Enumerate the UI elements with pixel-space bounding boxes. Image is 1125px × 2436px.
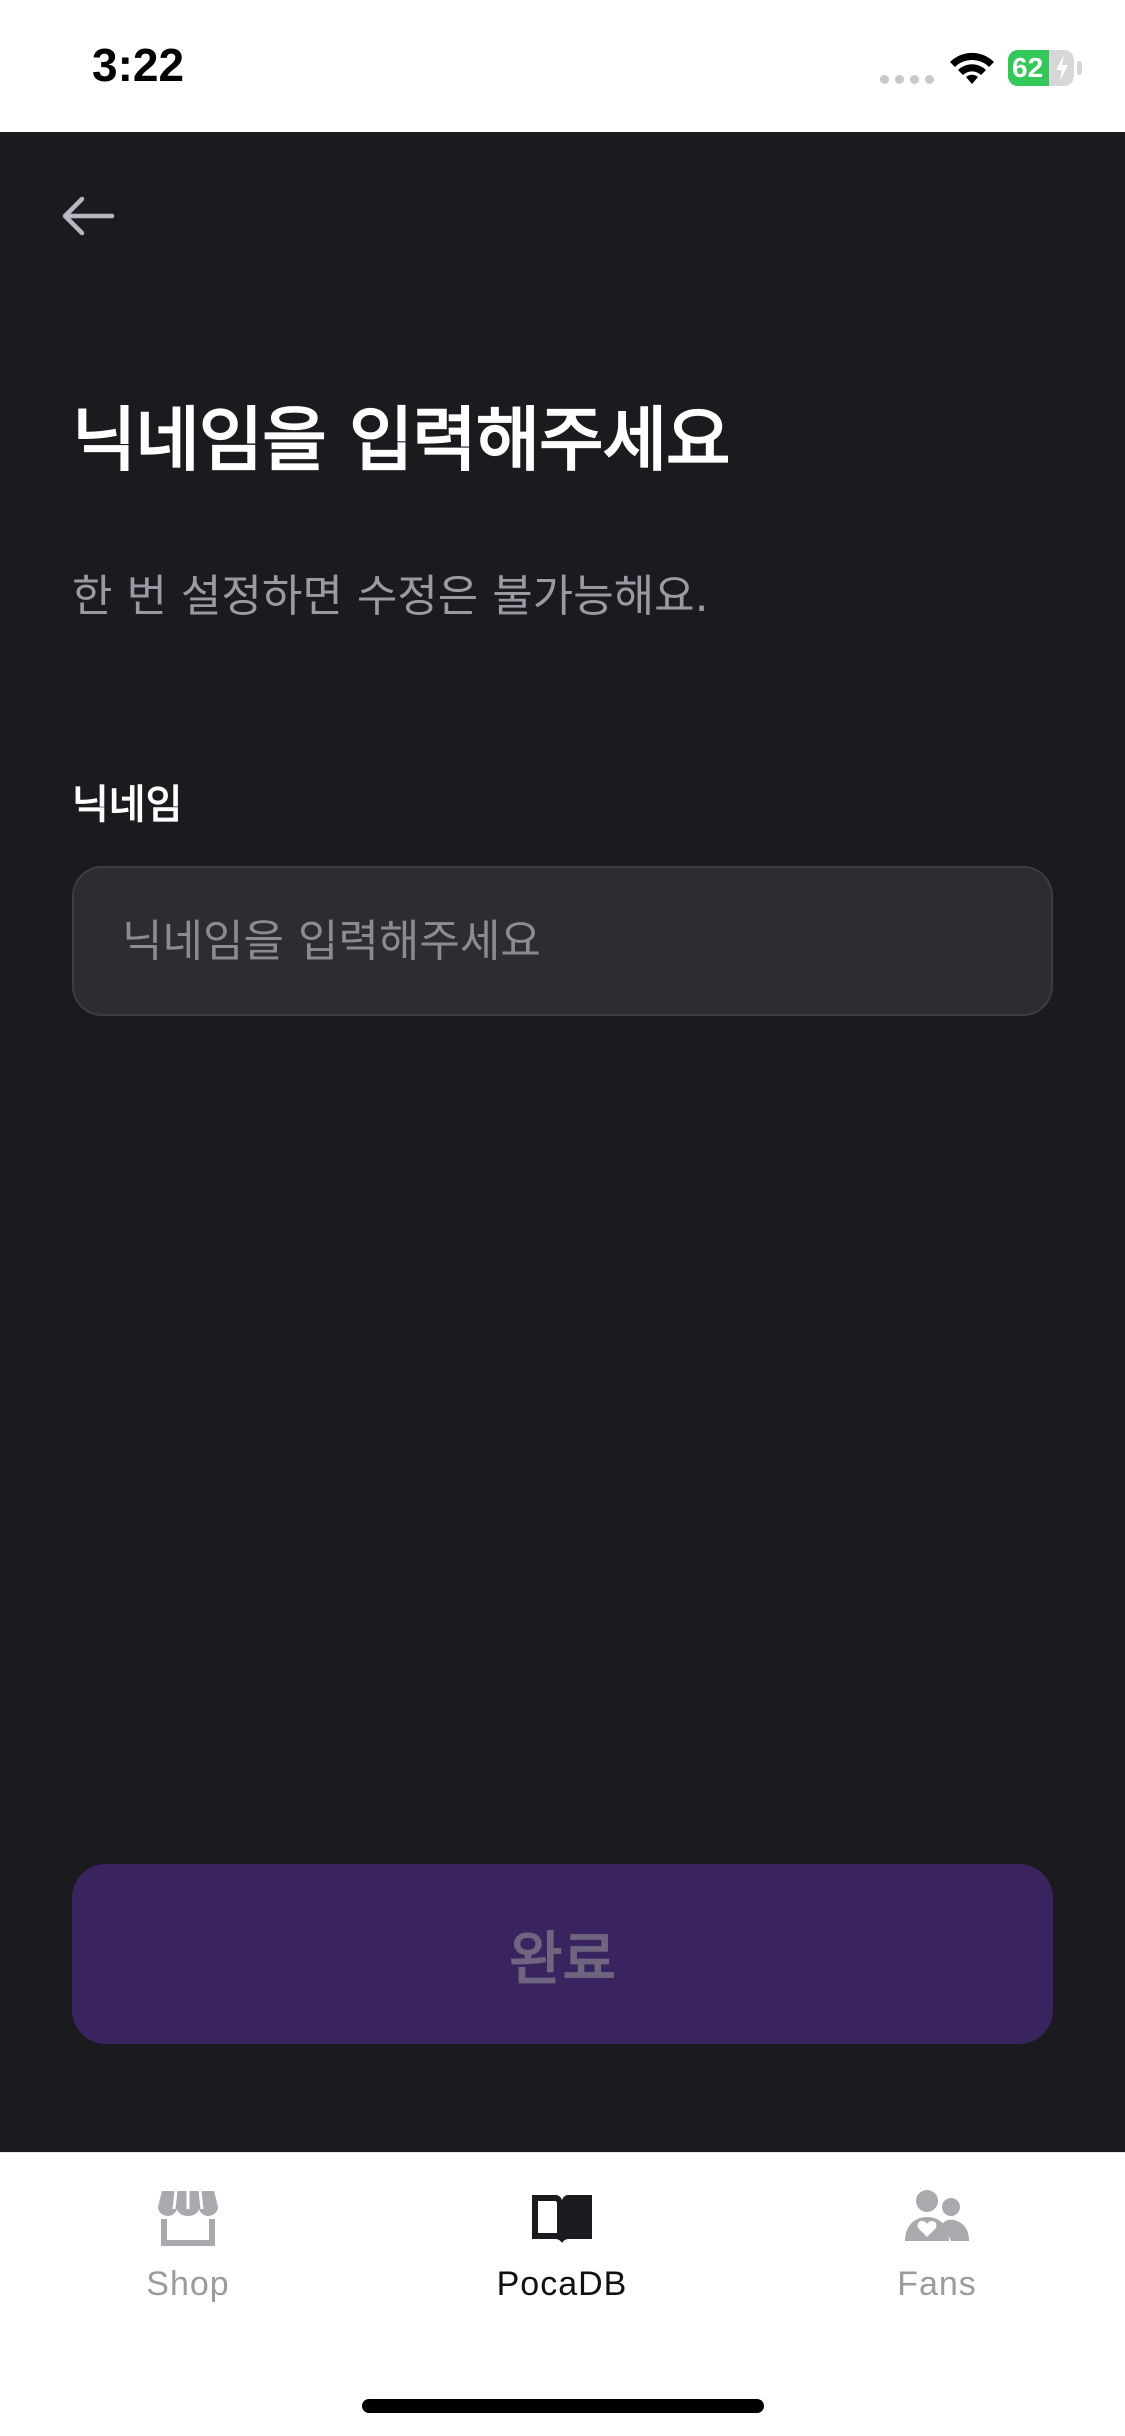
bottom-tab-bar: Shop PocaDB Fans <box>0 2152 1125 2436</box>
book-icon <box>532 2195 592 2243</box>
main-content: 닉네임을 입력해주세요 한 번 설정하면 수정은 불가능해요. 닉네임 완료 <box>0 132 1125 2152</box>
page-subtitle: 한 번 설정하면 수정은 불가능해요. <box>72 571 709 622</box>
tab-shop[interactable]: Shop <box>58 2183 318 2353</box>
charging-bolt-icon <box>1056 55 1068 81</box>
arrow-left-icon <box>62 196 115 236</box>
submit-button[interactable]: 완료 <box>72 1864 1053 2044</box>
back-button[interactable] <box>56 184 120 248</box>
tab-fans[interactable]: Fans <box>807 2183 1067 2353</box>
status-time: 3:22 <box>92 39 185 91</box>
tab-label-shop: Shop <box>146 2265 230 2303</box>
users-heart-icon <box>905 2190 969 2241</box>
battery-level: 62 <box>1012 52 1044 83</box>
nickname-screen: 3:22 62 닉네임을 입력해주세요 한 번 설정하면 수정은 불가능해요. … <box>0 0 1125 2436</box>
nickname-input[interactable] <box>72 866 1053 1016</box>
battery-nub <box>1077 61 1082 75</box>
tab-pocadb[interactable]: PocaDB <box>432 2183 692 2353</box>
nickname-label: 닉네임 <box>72 782 183 828</box>
home-indicator <box>362 2399 764 2413</box>
tab-label-pocadb: PocaDB <box>496 2265 628 2303</box>
page-title: 닉네임을 입력해주세요 <box>72 399 730 481</box>
battery-icon: 62 <box>1008 50 1074 86</box>
wifi-icon <box>950 52 994 84</box>
cellular-signal-icon <box>880 75 934 84</box>
status-bar: 3:22 62 <box>0 0 1125 132</box>
tab-label-fans: Fans <box>897 2265 977 2303</box>
store-icon <box>158 2190 218 2246</box>
